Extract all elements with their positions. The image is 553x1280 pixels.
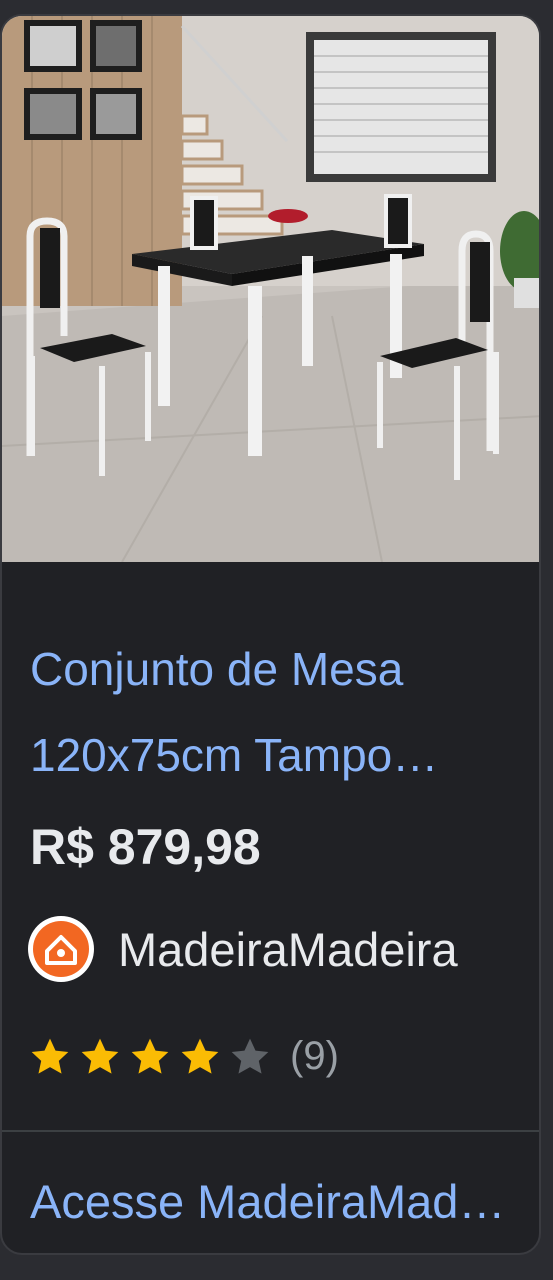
rating-row: (9)	[28, 1034, 339, 1079]
product-title[interactable]: Conjunto de Mesa 120x75cm Tampo Granito	[30, 626, 520, 798]
star-filled-icon	[181, 1038, 219, 1074]
product-image[interactable]	[2, 16, 541, 562]
star-filled-icon	[31, 1038, 69, 1074]
visit-store-link[interactable]: Acesse MadeiraMadeira	[30, 1174, 520, 1229]
house-logo-icon	[28, 916, 94, 982]
product-price: R$ 879,98	[30, 819, 261, 875]
star-empty-icon	[231, 1038, 269, 1074]
store-row[interactable]: MadeiraMadeira	[28, 916, 498, 982]
star-filled-icon	[131, 1038, 169, 1074]
product-card[interactable]: Conjunto de Mesa 120x75cm Tampo Granito …	[0, 14, 541, 1255]
review-count[interactable]: (9)	[290, 1034, 339, 1079]
divider	[2, 1130, 539, 1132]
store-name[interactable]: MadeiraMadeira	[118, 922, 498, 977]
star-filled-icon	[81, 1038, 119, 1074]
